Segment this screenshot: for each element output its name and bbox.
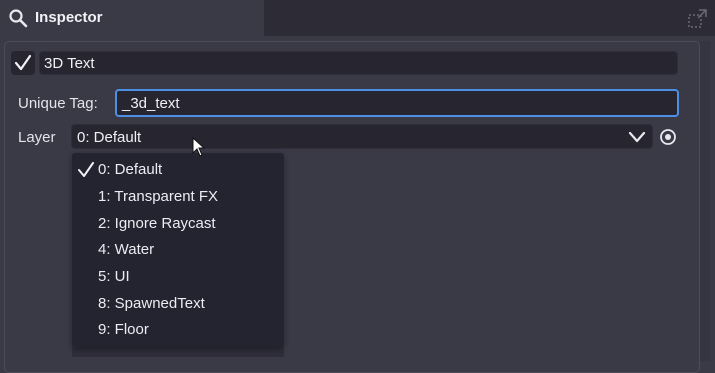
scrollbar[interactable] bbox=[700, 41, 710, 361]
option-label: 1: Transparent FX bbox=[98, 188, 219, 205]
tab-inspector[interactable]: Inspector bbox=[0, 0, 264, 36]
layer-option-spawnedtext[interactable]: 8: SpawnedText bbox=[72, 291, 284, 317]
mouse-cursor-icon bbox=[192, 137, 206, 157]
option-label: 0: Default bbox=[98, 161, 163, 178]
target-icon[interactable] bbox=[659, 128, 677, 146]
layer-label: Layer bbox=[18, 129, 56, 146]
checkmark-icon bbox=[14, 54, 32, 71]
unique-tag-field[interactable]: _3d_text bbox=[115, 89, 679, 117]
option-label: 9: Floor bbox=[98, 321, 149, 338]
maximize-icon[interactable] bbox=[688, 8, 708, 28]
tab-bar: Inspector bbox=[0, 0, 715, 36]
option-label: 8: SpawnedText bbox=[98, 295, 205, 312]
search-icon bbox=[9, 9, 28, 28]
layer-option-water[interactable]: 4: Water bbox=[72, 237, 284, 263]
layer-option-default[interactable]: 0: Default bbox=[72, 157, 284, 183]
option-label: 2: Ignore Raycast bbox=[98, 215, 216, 232]
object-name-field[interactable]: 3D Text bbox=[39, 51, 678, 75]
tab-title: Inspector bbox=[35, 9, 103, 26]
layer-select[interactable]: 0: Default bbox=[71, 124, 653, 149]
layer-option-transparent-fx[interactable]: 1: Transparent FX bbox=[72, 184, 284, 210]
option-label: 5: UI bbox=[98, 268, 130, 285]
panel-background bbox=[72, 347, 284, 357]
layer-option-floor[interactable]: 9: Floor bbox=[72, 317, 284, 343]
unique-tag-label: Unique Tag: bbox=[18, 95, 98, 112]
layer-option-ignore-raycast[interactable]: 2: Ignore Raycast bbox=[72, 211, 284, 237]
enabled-checkbox[interactable] bbox=[11, 51, 35, 75]
layer-option-ui[interactable]: 5: UI bbox=[72, 264, 284, 290]
layer-dropdown-menu: 0: Default 1: Transparent FX 2: Ignore R… bbox=[72, 153, 284, 347]
checkmark-icon bbox=[78, 162, 94, 177]
option-label: 4: Water bbox=[98, 241, 155, 258]
chevron-down-icon[interactable] bbox=[627, 129, 647, 145]
